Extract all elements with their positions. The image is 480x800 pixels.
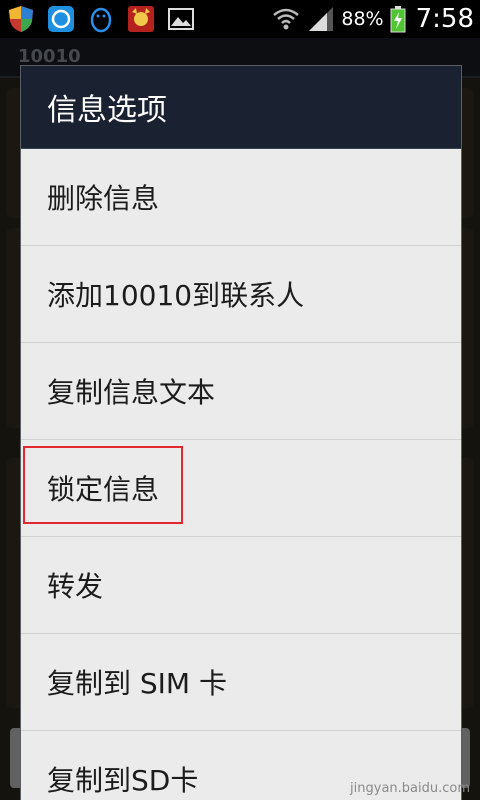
menu-item-forward[interactable]: 转发 (21, 537, 461, 634)
dialog-title: 信息选项 (47, 93, 167, 128)
menu-item-label: 删除信息 (47, 182, 160, 215)
mascot-app-icon (128, 6, 154, 32)
menu-item-label: 复制到 SIM 卡 (47, 667, 227, 700)
menu-item-label: 转发 (47, 570, 104, 603)
menu-item-copy-to-sim[interactable]: 复制到 SIM 卡 (21, 634, 461, 731)
wifi-icon (273, 8, 300, 30)
shield-icon (9, 6, 33, 32)
status-bar: 88% 7:58 (0, 0, 480, 38)
highlight-box (23, 446, 183, 524)
dialog-header: 信息选项 (21, 66, 461, 149)
options-menu: 删除信息 添加10010到联系人 复制信息文本 锁定信息 转发 复制到 SIM … (21, 149, 461, 800)
menu-item-label: 复制信息文本 (47, 376, 216, 409)
menu-item-label: 复制到SD卡 (47, 764, 199, 797)
battery-charging-icon (390, 6, 406, 33)
qq-penguin-icon (90, 7, 112, 33)
blue-app-icon (48, 6, 74, 32)
menu-item-copy-text[interactable]: 复制信息文本 (21, 343, 461, 440)
clock-time: 7:58 (415, 4, 474, 34)
menu-item-lock-message[interactable]: 锁定信息 (21, 440, 461, 537)
battery-percent: 88% (341, 8, 384, 30)
watermark: jingyan.baidu.com (350, 781, 470, 796)
system-icons: 88% 7:58 (271, 0, 474, 38)
watermark-text: jingyan.baidu.com (350, 781, 470, 796)
message-options-dialog: 信息选项 删除信息 添加10010到联系人 复制信息文本 锁定信息 转发 复制到… (21, 66, 461, 800)
menu-item-label: 添加10010到联系人 (47, 279, 305, 312)
menu-item-add-to-contacts[interactable]: 添加10010到联系人 (21, 246, 461, 343)
notification-icons (6, 4, 196, 34)
signal-icon (309, 7, 334, 31)
gallery-image-icon (168, 8, 194, 30)
menu-item-delete-message[interactable]: 删除信息 (21, 149, 461, 246)
